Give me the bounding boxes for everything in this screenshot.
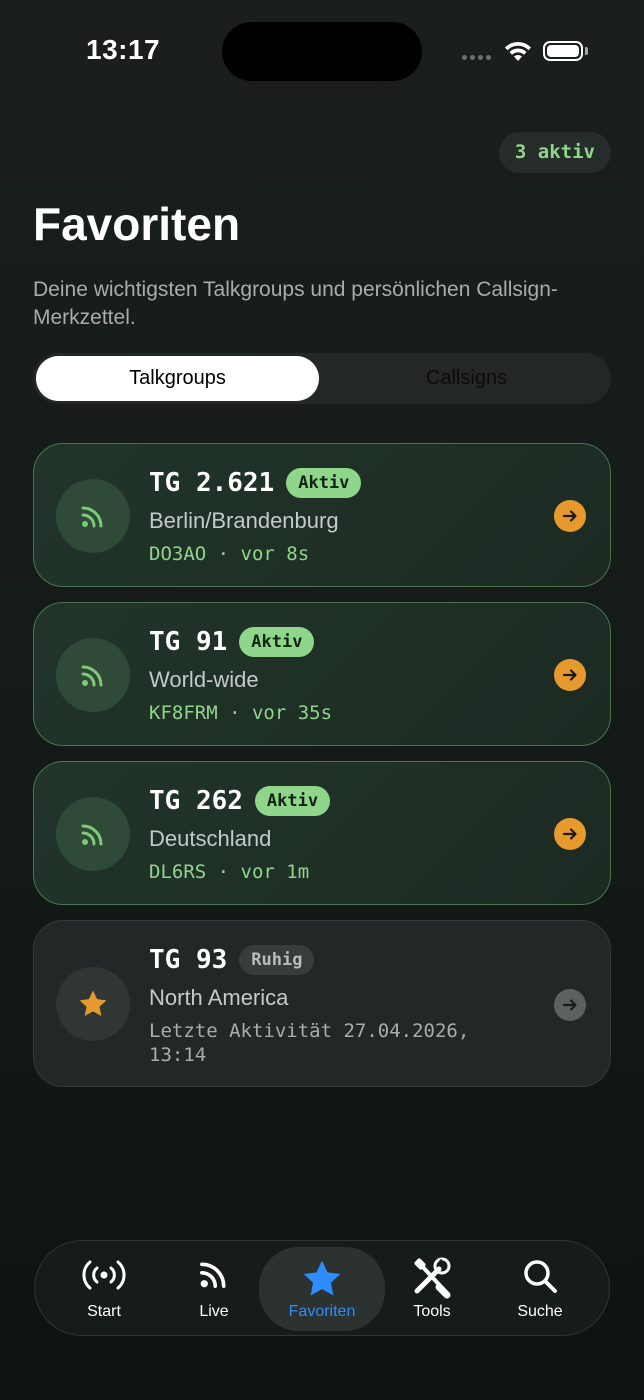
talkgroup-card[interactable]: TG 262 Aktiv Deutschland DL6RS · vor 1m	[33, 761, 611, 905]
broadcast-icon	[200, 1262, 226, 1288]
last-callsign-meta: DL6RS · vor 1m	[149, 861, 310, 883]
talkgroup-card[interactable]: TG 93 Ruhig North America Letzte Aktivit…	[33, 920, 611, 1087]
tab-live-label: Live	[199, 1303, 229, 1320]
page-title: Favoriten	[33, 198, 241, 250]
talkgroup-header: TG 262 Aktiv	[149, 786, 331, 816]
broadcast-icon	[56, 797, 130, 871]
tab-suche-label: Suche	[517, 1303, 563, 1320]
battery-tip	[585, 47, 588, 55]
talkgroup-region: Deutschland	[149, 826, 272, 851]
talkgroup-number: TG 91	[149, 627, 228, 657]
broadcast-icon	[56, 479, 130, 553]
tab-bar: Start Live Favoriten Tools Suche	[34, 1240, 610, 1336]
status-bar: 13:17	[0, 0, 644, 100]
open-arrow-button[interactable]	[554, 659, 586, 691]
wifi-icon	[505, 41, 531, 61]
talkgroup-region: Berlin/Brandenburg	[149, 508, 339, 533]
talkgroup-number: TG 2.621	[149, 468, 275, 498]
last-callsign-meta: DO3AO · vor 8s	[149, 543, 310, 565]
tab-favoriten[interactable]: Favoriten	[259, 1247, 385, 1331]
open-arrow-button[interactable]	[554, 500, 586, 532]
tab-start-label: Start	[87, 1303, 121, 1320]
star-icon	[56, 967, 130, 1041]
tab-tools[interactable]: Tools	[377, 1241, 487, 1334]
talkgroup-region: World-wide	[149, 667, 259, 692]
status-badge: Aktiv	[254, 786, 331, 816]
search-icon	[524, 1260, 557, 1293]
status-badge: Ruhig	[239, 945, 315, 975]
tab-tools-label: Tools	[413, 1303, 451, 1320]
segment-callsigns[interactable]: Callsigns	[325, 356, 608, 401]
talkgroup-region: North America	[149, 985, 289, 1010]
talkgroup-header: TG 93 Ruhig	[149, 945, 315, 975]
antenna-icon	[82, 1260, 126, 1290]
cellular-signal-icon	[462, 55, 491, 60]
page-subtitle: Deine wichtigsten Talkgroups und persönl…	[33, 278, 558, 329]
active-count-badge: 3 aktiv	[498, 132, 611, 173]
status-badge: Aktiv	[286, 468, 362, 498]
tab-start[interactable]: Start	[49, 1241, 159, 1334]
talkgroup-number: TG 262	[149, 786, 243, 816]
dynamic-island	[222, 22, 422, 81]
talkgroup-number: TG 93	[149, 945, 228, 975]
tab-favoriten-label: Favoriten	[288, 1303, 356, 1320]
star-icon	[303, 1260, 341, 1296]
open-arrow-button[interactable]	[554, 818, 586, 850]
arrow-right-icon	[562, 510, 577, 522]
segmented-control: Talkgroups Callsigns	[33, 353, 611, 404]
tools-icon	[414, 1257, 451, 1299]
open-arrow-button[interactable]	[554, 989, 586, 1021]
arrow-right-icon	[562, 669, 577, 681]
broadcast-icon	[56, 638, 130, 712]
talkgroup-header: TG 91 Aktiv	[149, 627, 315, 657]
arrow-right-icon	[562, 999, 577, 1011]
talkgroup-header: TG 2.621 Aktiv	[149, 468, 362, 498]
talkgroup-card[interactable]: TG 91 Aktiv World-wide KF8FRM · vor 35s	[33, 602, 611, 746]
segment-talkgroups[interactable]: Talkgroups	[36, 356, 319, 401]
last-callsign-meta: KF8FRM · vor 35s	[149, 702, 333, 724]
tab-live[interactable]: Live	[159, 1241, 269, 1334]
arrow-right-icon	[562, 828, 577, 840]
battery-icon	[543, 41, 583, 61]
status-time: 13:17	[86, 34, 161, 65]
status-badge: Aktiv	[239, 627, 315, 657]
last-activity-meta: Letzte Aktivität 27.04.2026, 13:14	[149, 1020, 470, 1066]
tab-suche[interactable]: Suche	[485, 1241, 595, 1334]
talkgroup-card[interactable]: TG 2.621 Aktiv Berlin/Brandenburg DO3AO …	[33, 443, 611, 587]
